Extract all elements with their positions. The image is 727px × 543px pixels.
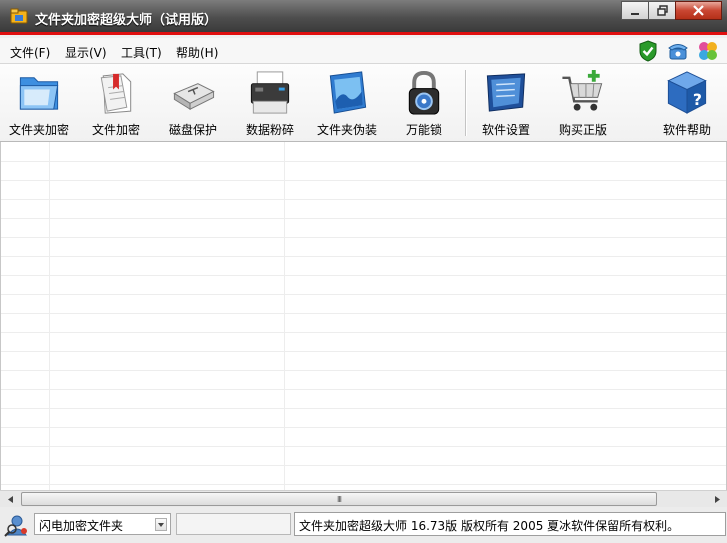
grid-line bbox=[1, 256, 726, 257]
scroll-thumb[interactable]: III bbox=[21, 492, 657, 506]
close-button[interactable] bbox=[675, 1, 722, 20]
software-settings-button[interactable]: 软件设置 bbox=[468, 68, 544, 138]
grid-line bbox=[1, 427, 726, 428]
tool-label: 文件夹伪装 bbox=[316, 123, 377, 137]
tool-label: 万能锁 bbox=[405, 123, 442, 137]
disk-protect-button[interactable]: 磁盘保护 bbox=[155, 68, 231, 138]
grid-line bbox=[1, 389, 726, 390]
universal-lock-button[interactable]: 万能锁 bbox=[386, 68, 462, 138]
grid-line bbox=[1, 446, 726, 447]
help-cube-icon: ? bbox=[667, 71, 707, 114]
menu-bar: 文件(F) 显示(V) 工具(T) 帮助(H) bbox=[0, 38, 727, 64]
menu-help[interactable]: 帮助(H) bbox=[176, 44, 218, 61]
column-divider bbox=[284, 142, 285, 490]
grid-line bbox=[1, 161, 726, 162]
svg-text:?: ? bbox=[693, 90, 702, 109]
scroll-left-arrow[interactable] bbox=[2, 491, 19, 507]
tool-label: 数据粉碎 bbox=[245, 123, 294, 137]
disguise-folder-icon bbox=[329, 71, 367, 114]
data-shred-button[interactable]: 数据粉碎 bbox=[232, 68, 308, 138]
shield-check-icon[interactable] bbox=[637, 40, 659, 62]
menu-tools[interactable]: 工具(T) bbox=[121, 44, 162, 61]
window-title: 文件夹加密超级大师（试用版） bbox=[35, 13, 218, 28]
scroll-right-arrow[interactable] bbox=[708, 491, 725, 507]
grid-line bbox=[1, 275, 726, 276]
grid-line bbox=[1, 313, 726, 314]
software-help-button[interactable]: ? 软件帮助 bbox=[649, 68, 725, 138]
horizontal-scrollbar[interactable]: III bbox=[0, 490, 727, 507]
grid-line bbox=[1, 218, 726, 219]
shopping-cart-icon bbox=[562, 69, 603, 111]
settings-screen-icon bbox=[486, 73, 526, 112]
file-list[interactable] bbox=[0, 142, 727, 490]
app-icon bbox=[10, 8, 28, 24]
clover-icon[interactable] bbox=[697, 40, 719, 62]
tool-label: 文件夹加密 bbox=[8, 123, 69, 137]
arrow-left-icon bbox=[7, 495, 13, 503]
folder-encrypt-button[interactable]: 文件夹加密 bbox=[1, 68, 77, 138]
grid-line bbox=[1, 484, 726, 485]
status-panel bbox=[176, 513, 291, 535]
search-user-icon[interactable] bbox=[4, 513, 30, 537]
encrypt-type-select[interactable]: 闪电加密文件夹 bbox=[34, 513, 171, 535]
restore-icon bbox=[656, 5, 668, 16]
shredder-icon bbox=[250, 71, 290, 114]
minimize-button[interactable] bbox=[621, 1, 649, 20]
column-divider bbox=[49, 142, 50, 490]
folder-disguise-button[interactable]: 文件夹伪装 bbox=[309, 68, 385, 138]
grid-line bbox=[1, 370, 726, 371]
tool-label: 磁盘保护 bbox=[168, 123, 217, 137]
grid-line bbox=[1, 294, 726, 295]
tool-label: 文件加密 bbox=[91, 123, 140, 137]
restore-button[interactable] bbox=[648, 1, 676, 20]
grid-line bbox=[1, 351, 726, 352]
arrow-right-icon bbox=[714, 495, 720, 503]
grid-line bbox=[1, 332, 726, 333]
dropdown-button[interactable] bbox=[155, 518, 167, 531]
encrypt-type-value: 闪电加密文件夹 bbox=[39, 519, 124, 533]
usb-drive-icon bbox=[173, 83, 215, 111]
menu-file[interactable]: 文件(F) bbox=[10, 44, 50, 61]
scroll-grip: III bbox=[336, 494, 342, 504]
copyright-panel: 文件夹加密超级大师 16.73版 版权所有 2005 夏冰软件保留所有权利。 bbox=[294, 512, 726, 536]
toolbar-separator bbox=[465, 70, 467, 136]
grid-line bbox=[1, 465, 726, 466]
file-encrypt-button[interactable]: 文件加密 bbox=[78, 68, 154, 138]
buy-license-button[interactable]: 购买正版 bbox=[545, 68, 621, 138]
tool-label: 购买正版 bbox=[558, 123, 607, 137]
close-icon bbox=[693, 5, 704, 16]
folder-icon bbox=[19, 77, 59, 110]
grid-line bbox=[1, 408, 726, 409]
title-bar: 文件夹加密超级大师（试用版） bbox=[0, 0, 727, 35]
toolbar: 文件夹加密 文件加密 磁盘保护 数据粉碎 文件夹伪装 万能锁 软件设置 购买正版… bbox=[0, 64, 727, 142]
padlock-icon bbox=[408, 70, 440, 115]
minimize-icon bbox=[631, 12, 639, 15]
chevron-down-icon bbox=[158, 522, 164, 527]
tool-label: 软件帮助 bbox=[662, 123, 711, 137]
status-bar: 闪电加密文件夹 文件夹加密超级大师 16.73版 版权所有 2005 夏冰软件保… bbox=[0, 507, 727, 543]
grid-line bbox=[1, 199, 726, 200]
copyright-text: 文件夹加密超级大师 16.73版 版权所有 2005 夏冰软件保留所有权利。 bbox=[299, 519, 680, 533]
tool-label: 软件设置 bbox=[481, 123, 530, 137]
grid-line bbox=[1, 237, 726, 238]
grid-line bbox=[1, 180, 726, 181]
telephone-icon[interactable] bbox=[667, 40, 689, 62]
menu-view[interactable]: 显示(V) bbox=[65, 44, 107, 61]
document-icon bbox=[100, 73, 132, 114]
